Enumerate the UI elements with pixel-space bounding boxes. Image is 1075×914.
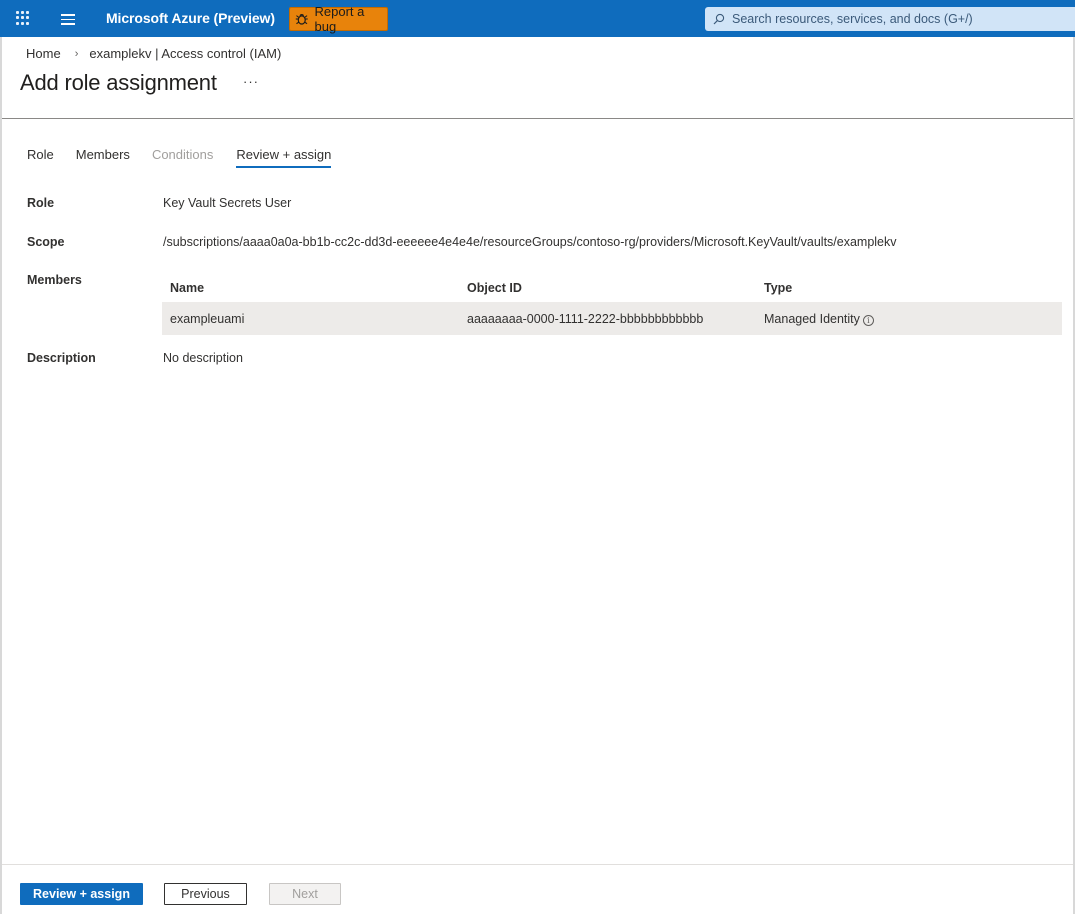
hamburger-menu-icon[interactable]: [59, 12, 77, 26]
chevron-right-icon: ›: [74, 47, 79, 60]
bug-icon: [295, 14, 308, 25]
app-launcher-icon[interactable]: [14, 9, 32, 27]
report-bug-label: Report a bug: [314, 4, 365, 34]
member-name: exampleuami: [170, 312, 245, 326]
description-value: No description: [163, 351, 243, 365]
wizard-tabs: Role Members Conditions Review + assign: [27, 147, 332, 168]
search-icon: [713, 13, 725, 25]
column-header-name: Name: [170, 281, 205, 295]
column-header-type: Type: [764, 281, 793, 295]
tab-members[interactable]: Members: [76, 147, 130, 168]
scope-label: Scope: [27, 235, 65, 249]
members-table: Name Object ID Type exampleuami aaaaaaaa…: [162, 271, 1062, 335]
tab-conditions: Conditions: [151, 147, 214, 162]
member-object-id: aaaaaaaa-0000-1111-2222-bbbbbbbbbbbb: [467, 312, 704, 326]
next-button: Next: [269, 883, 341, 905]
column-header-object-id: Object ID: [467, 281, 522, 295]
breadcrumb-access-control[interactable]: examplekv | Access control (IAM): [89, 46, 281, 61]
top-navigation-bar: Microsoft Azure (Preview) Report a bug S…: [0, 0, 1075, 37]
tab-role[interactable]: Role: [27, 147, 54, 168]
global-search-input[interactable]: Search resources, services, and docs (G+…: [705, 7, 1075, 31]
table-header-row: Name Object ID Type: [162, 271, 1062, 303]
table-row: exampleuami aaaaaaaa-0000-1111-2222-bbbb…: [162, 303, 1062, 335]
more-options-button[interactable]: ···: [243, 74, 259, 89]
report-bug-button[interactable]: Report a bug: [289, 4, 388, 34]
previous-button[interactable]: Previous: [164, 883, 247, 905]
frame-border-left: [0, 37, 2, 914]
search-placeholder: Search resources, services, and docs (G+…: [732, 12, 973, 26]
member-type: Managed Identity: [764, 312, 860, 326]
info-icon[interactable]: i: [862, 315, 874, 326]
header-divider: [2, 118, 1073, 119]
members-label: Members: [27, 273, 82, 287]
tab-review-assign[interactable]: Review + assign: [236, 147, 332, 168]
member-type-cell: Managed Identity i: [764, 303, 874, 335]
review-assign-button[interactable]: Review + assign: [20, 883, 143, 905]
breadcrumb: Home › examplekv | Access control (IAM): [26, 46, 281, 61]
footer-divider: [2, 864, 1073, 865]
page-title: Add role assignment: [20, 70, 217, 95]
portal-title[interactable]: Microsoft Azure (Preview): [106, 10, 275, 26]
role-label: Role: [27, 196, 55, 210]
scope-value: /subscriptions/aaaa0a0a-bb1b-cc2c-dd3d-e…: [163, 235, 897, 249]
description-label: Description: [27, 351, 96, 365]
breadcrumb-home[interactable]: Home: [26, 46, 61, 61]
role-value: Key Vault Secrets User: [163, 196, 292, 210]
